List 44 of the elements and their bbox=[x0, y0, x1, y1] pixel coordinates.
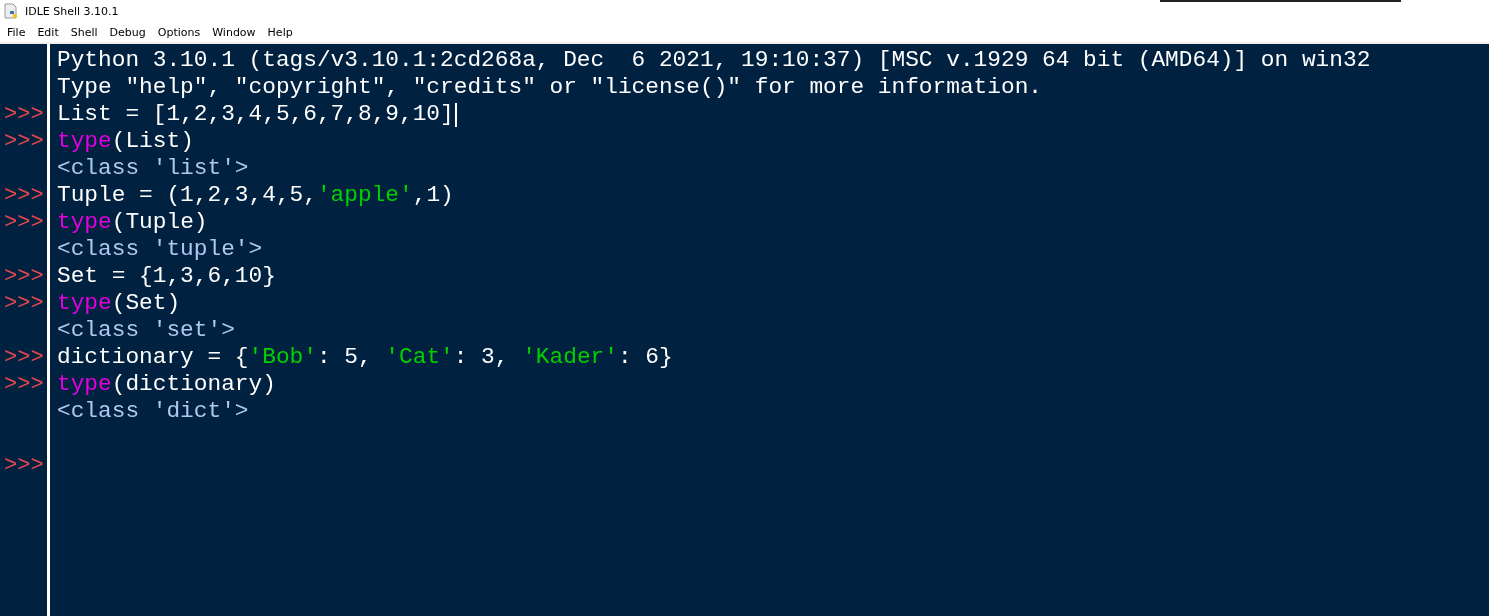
output-text: <class 'set'> bbox=[57, 317, 235, 344]
menu-item[interactable]: Window bbox=[212, 25, 256, 39]
code-text: : 6} bbox=[617, 344, 673, 371]
code-text: (List) bbox=[111, 128, 194, 155]
string-literal: 'apple' bbox=[316, 182, 413, 209]
code-text: (dictionary) bbox=[111, 371, 276, 398]
prompt-marker: >>> bbox=[3, 101, 44, 128]
output-text: <class 'list'> bbox=[57, 155, 249, 182]
prompt-marker: >>> bbox=[3, 452, 44, 479]
prompt-marker: >>> bbox=[3, 344, 44, 371]
python-file-icon bbox=[3, 3, 19, 19]
menu-item[interactable]: Edit bbox=[37, 25, 59, 39]
prompt-marker: >>> bbox=[3, 290, 44, 317]
output-text: <class 'tuple'> bbox=[57, 236, 263, 263]
window-title: IDLE Shell 3.10.1 bbox=[25, 4, 119, 18]
menu-item[interactable]: Options bbox=[157, 25, 201, 39]
code-text: (Set) bbox=[111, 290, 181, 317]
menu-item[interactable]: Shell bbox=[70, 25, 98, 39]
string-literal: 'Cat' bbox=[385, 344, 454, 371]
menu-item[interactable]: File bbox=[7, 25, 26, 39]
prompt-marker: >>> bbox=[3, 209, 44, 236]
code-text: ,1) bbox=[412, 182, 454, 209]
prompt-marker: >>> bbox=[3, 128, 44, 155]
keyword: type bbox=[57, 209, 112, 236]
string-literal: 'Kader' bbox=[522, 344, 618, 371]
keyword: type bbox=[57, 371, 112, 398]
output-text: Type "help", "copyright", "credits" or "license()" for more information. bbox=[57, 74, 1042, 101]
code-text: Set = {1,3,6,10} bbox=[57, 263, 276, 290]
code-text: List = [1,2,3,4,5,6,7,8,9,10] bbox=[57, 101, 454, 128]
code-text: : 5, bbox=[316, 344, 373, 371]
keyword: type bbox=[57, 128, 112, 155]
output-text: Python 3.10.1 (tags/v3.10.1:2cd268a, Dec 6 2021, 19:10:37) [MSC v.1929 64 bit (AMD64)] on win32 bbox=[57, 47, 1371, 74]
code-text: (Tuple) bbox=[111, 209, 208, 236]
keyword: type bbox=[57, 290, 112, 317]
code-text: : 3, bbox=[453, 344, 510, 371]
code-text: Tuple = (1,2,3,4,5, bbox=[57, 182, 317, 209]
prompt-marker: >>> bbox=[3, 263, 44, 290]
menu-item[interactable]: Help bbox=[267, 25, 293, 39]
prompt-marker: >>> bbox=[3, 182, 44, 209]
string-literal: 'Bob' bbox=[248, 344, 317, 371]
code-text: dictionary = { bbox=[57, 344, 249, 371]
menu-item[interactable]: Debug bbox=[109, 25, 146, 39]
prompt-marker: >>> bbox=[3, 371, 44, 398]
output-text: <class 'dict'> bbox=[57, 398, 249, 425]
